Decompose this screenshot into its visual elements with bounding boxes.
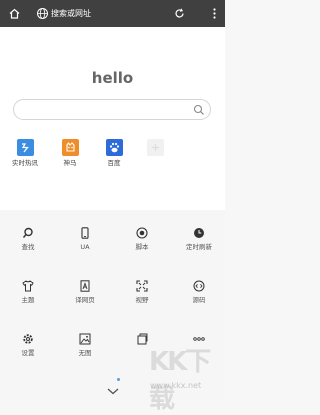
quick-site-hotnews[interactable]: 实时热讯 [8, 139, 42, 167]
quick-site-label: 百度 [107, 159, 121, 167]
top-toolbar: 搜索或网址 [0, 0, 225, 27]
menu-no-image-button[interactable]: 无图 [64, 333, 106, 357]
add-site-button[interactable] [147, 139, 164, 156]
menu-theme-button[interactable]: 主题 [7, 280, 49, 304]
address-bar[interactable]: 搜索或网址 [51, 7, 91, 20]
watermark: KK下载 www.kkx.net [135, 335, 223, 414]
plus-icon [152, 144, 159, 151]
quick-site-shenma[interactable]: 神马 [53, 139, 87, 167]
shenma-icon [61, 139, 79, 156]
menu-find-button[interactable]: 查找 [7, 227, 49, 251]
baidu-paw-icon [105, 139, 123, 156]
search-icon[interactable] [193, 104, 205, 116]
script-icon [136, 227, 148, 239]
quick-site-label: 实时热讯 [12, 159, 38, 167]
menu-label: 脚本 [135, 243, 149, 251]
quick-site-label: 神马 [63, 159, 77, 167]
hotnews-icon [16, 139, 34, 156]
code-icon [193, 280, 205, 292]
phone-icon [81, 227, 89, 239]
globe-icon [37, 8, 48, 19]
menu-translate-button[interactable]: 译网页 [64, 280, 106, 304]
menu-label: 定时刷新 [186, 243, 212, 251]
menu-label: 无图 [78, 349, 92, 357]
home-search-box[interactable] [13, 99, 211, 120]
menu-auto-refresh-button[interactable]: 定时刷新 [178, 227, 220, 251]
menu-label: 视野 [135, 296, 149, 304]
menu-script-button[interactable]: 脚本 [121, 227, 163, 251]
menu-label: UA [80, 243, 90, 251]
menu-settings-button[interactable]: 设置 [7, 333, 49, 357]
image-icon [79, 333, 91, 345]
shirt-icon [22, 280, 34, 292]
refresh-icon[interactable] [173, 7, 186, 20]
chevron-down-icon[interactable] [106, 386, 120, 396]
quick-site-baidu[interactable]: 百度 [97, 139, 131, 167]
menu-label: 设置 [21, 349, 35, 357]
home-logo: hello [91, 69, 134, 87]
watermark-url: www.kkx.net [150, 381, 202, 390]
menu-label: 源码 [192, 296, 206, 304]
menu-label: 主题 [21, 296, 35, 304]
watermark-text: KK下载 [149, 347, 211, 414]
page-indicator-dot [117, 378, 120, 381]
menu-label: 译网页 [75, 296, 95, 304]
search-input[interactable] [22, 103, 192, 116]
translate-icon [80, 280, 90, 292]
menu-ua-button[interactable]: UA [64, 227, 106, 251]
clock-icon [194, 228, 204, 238]
home-icon[interactable] [8, 7, 21, 20]
menu-label: 查找 [21, 243, 35, 251]
fullscreen-icon [136, 280, 148, 292]
search-icon [22, 227, 33, 238]
menu-source-code-button[interactable]: 源码 [178, 280, 220, 304]
home-page: hello 实时热讯 神马 百度 [0, 27, 225, 210]
more-vertical-icon[interactable] [208, 7, 221, 20]
gear-icon [23, 334, 33, 344]
menu-fullscreen-button[interactable]: 视野 [121, 280, 163, 304]
